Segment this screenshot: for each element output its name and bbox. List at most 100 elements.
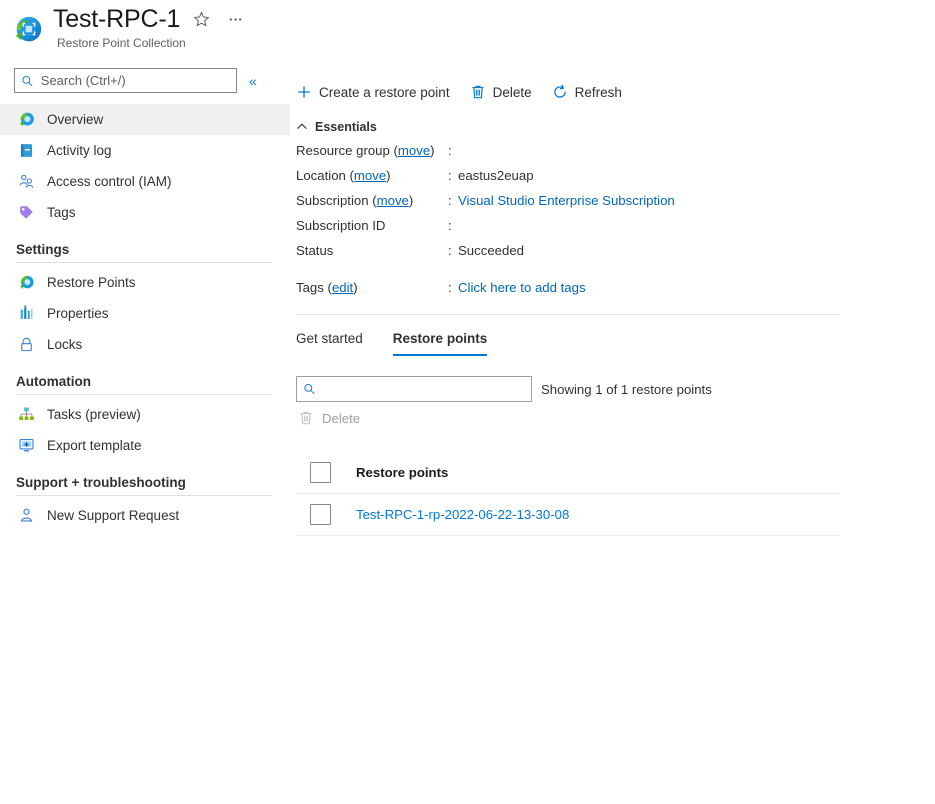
property-colon: : (448, 218, 452, 233)
search-icon (304, 383, 315, 395)
sidebar-item-activity-log[interactable]: Activity log (0, 135, 290, 166)
page-title: Test-RPC-1 (53, 5, 181, 33)
sidebar-item-label: Export template (47, 438, 142, 453)
essentials-toggle[interactable]: Essentials (296, 120, 406, 134)
sidebar-item-tasks[interactable]: Tasks (preview) (0, 399, 290, 430)
restore-point-link[interactable]: Test-RPC-1-rp-2022-06-22-13-30-08 (356, 507, 569, 522)
essentials-label: Essentials (315, 120, 377, 134)
tab-get-started[interactable]: Get started (296, 331, 363, 356)
support-request-icon (20, 508, 33, 522)
restore-point-collection-icon (15, 16, 42, 42)
star-icon[interactable] (188, 6, 214, 32)
access-control-icon (19, 174, 34, 188)
sidebar-search-row: « (14, 68, 290, 93)
sidebar-item-restore-points[interactable]: Restore Points (0, 267, 290, 298)
trash-icon (472, 85, 484, 99)
tags-icon (20, 206, 33, 219)
main-content: Create a restore point Delete Refresh Es… (296, 0, 935, 804)
tasks-icon (19, 407, 34, 420)
add-tags-link[interactable]: Click here to add tags (458, 280, 586, 295)
sidebar-item-label: Restore Points (47, 275, 136, 290)
properties-icon (20, 305, 33, 319)
move-link[interactable]: move (377, 193, 409, 208)
essentials-properties: Resource group (move) : Location (move) … (296, 143, 935, 305)
property-key: Resource group (move) (296, 143, 435, 158)
title-row: Test-RPC-1 (53, 4, 248, 34)
property-key: Subscription (move) (296, 193, 414, 208)
sidebar-item-label: Activity log (47, 143, 112, 158)
property-value: eastus2euap (458, 168, 534, 183)
refresh-button[interactable]: Refresh (552, 84, 622, 100)
overview-icon (19, 112, 34, 127)
command-bar: Create a restore point Delete Refresh (296, 76, 935, 108)
sidebar-item-tags[interactable]: Tags (0, 197, 290, 228)
sidebar-group-title: Settings (16, 242, 70, 257)
showing-count-label: Showing 1 of 1 restore points (541, 381, 712, 397)
lock-icon (21, 337, 32, 352)
chevron-up-icon (297, 123, 307, 129)
sidebar-item-label: Properties (47, 306, 109, 321)
sidebar-item-overview[interactable]: Overview (0, 104, 290, 135)
restore-points-table: Restore points Test-RPC-1-rp-2022-06-22-… (296, 452, 840, 536)
divider (16, 495, 272, 496)
sidebar-item-properties[interactable]: Properties (0, 298, 290, 329)
sidebar-group-support: Support + troubleshooting New Support Re… (0, 475, 290, 531)
property-row-subscription: Subscription (move) : Visual Studio Ente… (296, 193, 935, 218)
property-key: Subscription ID (296, 218, 386, 233)
command-label: Create a restore point (319, 84, 450, 100)
move-link[interactable]: move (354, 168, 386, 183)
property-colon: : (448, 193, 452, 208)
delete-button[interactable]: Delete (470, 84, 532, 100)
azure-portal-blade: Test-RPC-1 Restore Point Collection Sear… (0, 0, 935, 804)
property-key: Tags (edit) (296, 280, 358, 295)
table-header-row: Restore points (296, 452, 840, 494)
restore-points-search-input[interactable] (320, 380, 525, 398)
property-colon: : (448, 168, 452, 183)
tab-list: Get started Restore points (296, 331, 935, 356)
property-row-tags: Tags (edit) : Click here to add tags (296, 280, 935, 305)
table-delete-button[interactable]: Delete (296, 410, 935, 426)
sidebar-item-label: New Support Request (47, 508, 180, 523)
table-row[interactable]: Test-RPC-1-rp-2022-06-22-13-30-08 (296, 494, 840, 536)
sidebar-item-label: Tags (47, 205, 76, 220)
edit-tags-link[interactable]: edit (332, 280, 353, 295)
divider (16, 394, 272, 395)
sidebar: « Overview Activity log (0, 62, 290, 804)
move-link[interactable]: move (398, 143, 430, 158)
divider (296, 314, 840, 315)
command-label: Refresh (574, 84, 622, 100)
sidebar-item-locks[interactable]: Locks (0, 329, 290, 360)
row-checkbox[interactable] (310, 504, 331, 525)
sidebar-item-label: Access control (IAM) (47, 174, 172, 189)
column-header-restore-points: Restore points (356, 465, 449, 480)
page-subtitle: Restore Point Collection (57, 36, 186, 50)
collapse-sidebar-button[interactable]: « (249, 74, 257, 88)
divider (16, 262, 272, 263)
command-label: Delete (492, 84, 532, 100)
search-input[interactable] (38, 72, 230, 89)
create-restore-point-button[interactable]: Create a restore point (296, 84, 450, 100)
export-template-icon (19, 438, 34, 452)
table-delete-label: Delete (322, 410, 361, 426)
sidebar-item-access-control[interactable]: Access control (IAM) (0, 166, 290, 197)
restore-points-search-wrapper[interactable] (296, 376, 532, 402)
subscription-link[interactable]: Visual Studio Enterprise Subscription (458, 193, 675, 208)
property-value: Succeeded (458, 243, 524, 258)
ellipsis-icon[interactable] (222, 6, 248, 32)
restore-points-icon (20, 275, 34, 289)
property-row-resource-group: Resource group (move) : (296, 143, 935, 168)
sidebar-item-new-support-request[interactable]: New Support Request (0, 500, 290, 531)
sidebar-item-export-template[interactable]: Export template (0, 430, 290, 461)
sidebar-group-title: Support + troubleshooting (16, 475, 186, 490)
property-row-location: Location (move) : eastus2euap (296, 168, 935, 193)
blade-header: Test-RPC-1 Restore Point Collection (0, 0, 290, 60)
plus-icon (298, 86, 310, 98)
filter-row: Showing 1 of 1 restore points (296, 376, 935, 402)
property-colon: : (448, 280, 452, 295)
sidebar-group-settings: Settings Restore Points Properties Locks (0, 242, 290, 360)
property-colon: : (448, 143, 452, 158)
select-all-checkbox[interactable] (310, 462, 331, 483)
search-input-wrapper[interactable] (14, 68, 237, 93)
property-key: Status (296, 243, 334, 258)
tab-restore-points[interactable]: Restore points (392, 331, 488, 356)
